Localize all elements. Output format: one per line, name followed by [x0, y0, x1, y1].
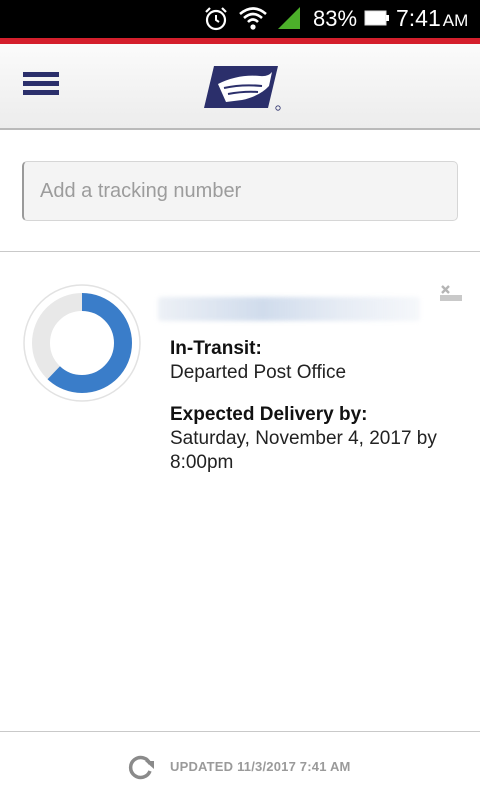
alarm-icon [205, 7, 227, 31]
footer: UPDATED 11/3/2017 7:41 AM [0, 731, 480, 800]
tracking-search-section [0, 130, 480, 252]
clock-time: 7:41 [396, 5, 441, 31]
tracking-number-redacted [158, 297, 420, 321]
battery-icon [364, 10, 389, 26]
progress-ring [23, 284, 141, 402]
dismiss-icon[interactable] [436, 281, 466, 305]
delivery-block: Expected Delivery by: Saturday, November… [170, 403, 460, 475]
status-bar: 83% 7:41 AM [0, 0, 480, 38]
last-updated-text: UPDATED 11/3/2017 7:41 AM [170, 759, 351, 774]
status-value: Departed Post Office [170, 362, 347, 383]
status-label: In-Transit: [170, 338, 262, 359]
wifi-icon [239, 7, 267, 30]
cell-signal-icon [278, 7, 300, 29]
app-header [0, 44, 480, 130]
status-block: In-Transit: Departed Post Office [170, 337, 460, 385]
clock: 7:41 AM [396, 5, 468, 32]
hamburger-menu-icon[interactable] [18, 68, 64, 106]
package-card[interactable]: In-Transit: Departed Post Office Expecte… [0, 253, 480, 731]
usps-eagle-logo-icon [204, 66, 281, 111]
delivery-date-line2: 8:00pm [170, 452, 234, 473]
clock-ampm: AM [442, 11, 469, 30]
battery-percent: 83% [313, 6, 358, 31]
delivery-date-line1: Saturday, November 4, 2017 by [170, 428, 437, 449]
refresh-icon[interactable] [126, 752, 156, 782]
tracking-number-input[interactable] [22, 161, 458, 221]
delivery-label: Expected Delivery by: [170, 404, 368, 425]
